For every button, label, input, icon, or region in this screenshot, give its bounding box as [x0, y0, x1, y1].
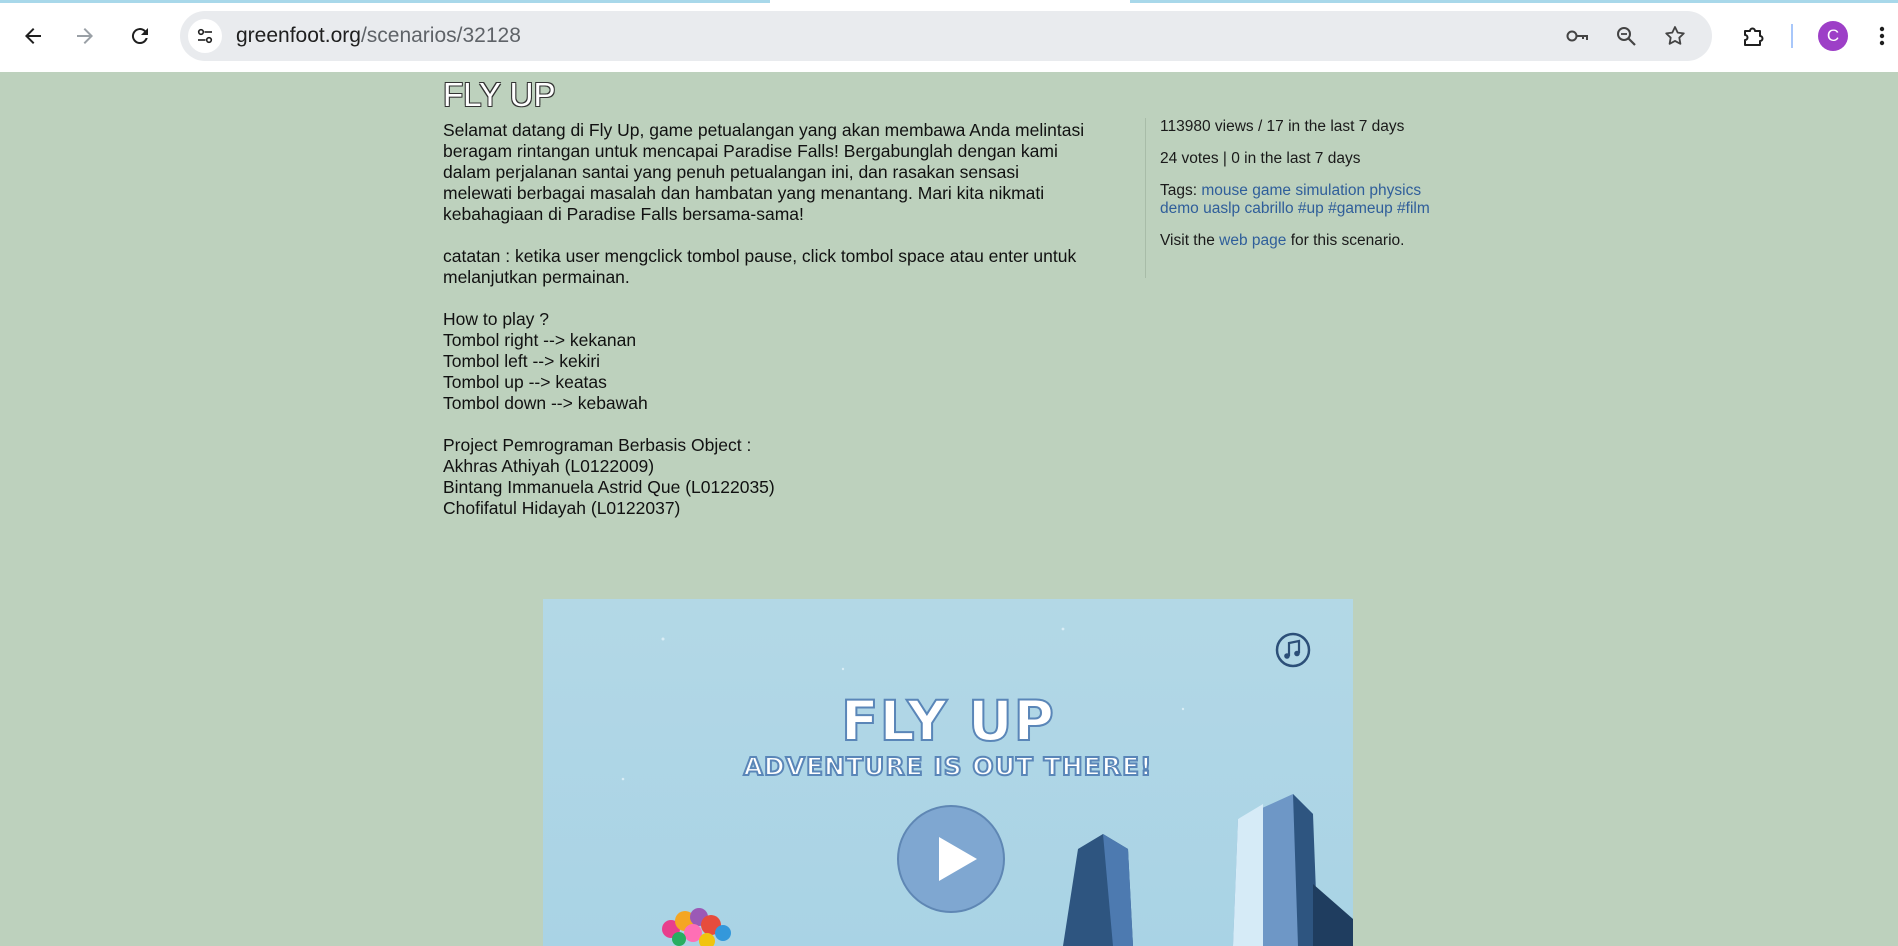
- description-paragraph: catatan : ketika user mengclick tombol p…: [443, 246, 1108, 288]
- votes-count: 24 votes | 0 in the last 7 days: [1160, 150, 1361, 167]
- description-line: Tombol right --> kekanan: [443, 330, 637, 350]
- reload-icon: [131, 28, 148, 45]
- tag-link[interactable]: game: [1252, 182, 1291, 199]
- visit-prefix: Visit the: [1160, 232, 1215, 249]
- tag-link[interactable]: uaslp: [1203, 200, 1240, 217]
- menu-dots-icon: [1879, 26, 1885, 46]
- reload-button[interactable]: [122, 18, 158, 54]
- tag-link[interactable]: cabrillo: [1244, 200, 1293, 217]
- scenario-title: FLY UP: [443, 76, 556, 113]
- description-line: kebahagiaan di Paradise Falls bersama-sa…: [443, 204, 804, 224]
- url-path: /scenarios/32128: [360, 24, 521, 47]
- description-line: Selamat datang di Fly Up, game petualang…: [443, 120, 1085, 140]
- toolbar-divider: [1791, 24, 1793, 48]
- description-line: melanjutkan permainan.: [443, 267, 630, 287]
- back-button[interactable]: [15, 18, 51, 54]
- music-icon: [1275, 632, 1311, 668]
- extensions-button[interactable]: [1737, 20, 1769, 52]
- url-text[interactable]: greenfoot.org/scenarios/32128: [236, 24, 521, 48]
- site-info-icon: [197, 28, 213, 44]
- tag-link[interactable]: #up: [1298, 200, 1324, 217]
- site-info-button[interactable]: [188, 19, 222, 53]
- loading-strip: [0, 0, 770, 3]
- browser-toolbar: greenfoot.org/scenarios/32128 C: [0, 0, 1898, 72]
- extensions-icon: [1744, 27, 1764, 46]
- address-bar[interactable]: greenfoot.org/scenarios/32128: [180, 11, 1712, 61]
- scenario-stats: 113980 views / 17 in the last 7 days 24 …: [1145, 118, 1455, 278]
- game-canvas[interactable]: FLY UP ADVENTURE IS OUT THERE!: [543, 599, 1353, 946]
- description-line: Tombol down --> kebawah: [443, 393, 648, 413]
- how-to-play: How to play ? Tombol right --> kekanan T…: [443, 309, 1108, 414]
- description-line: Tombol left --> kekiri: [443, 351, 601, 371]
- description-line: dalam perjalanan santai yang penuh petua…: [443, 162, 1019, 182]
- back-icon: [25, 28, 41, 44]
- visit-web-page: Visit the web page for this scenario.: [1160, 232, 1455, 250]
- key-icon: [1566, 30, 1588, 42]
- music-toggle-button[interactable]: [1275, 632, 1311, 668]
- description-line: catatan : ketika user mengclick tombol p…: [443, 246, 1077, 266]
- bookmark-star-icon: [1665, 26, 1685, 45]
- project-credits: Project Pemrograman Berbasis Object : Ak…: [443, 435, 1108, 519]
- bookmark-button[interactable]: [1662, 23, 1688, 49]
- scenario-description: Selamat datang di Fly Up, game petualang…: [443, 120, 1108, 540]
- play-button[interactable]: [896, 804, 1006, 914]
- description-paragraph: Selamat datang di Fly Up, game petualang…: [443, 120, 1108, 225]
- tag-link[interactable]: #gameup: [1328, 200, 1393, 217]
- tag-link[interactable]: simulation: [1295, 182, 1365, 199]
- balloons: [651, 899, 746, 946]
- tag-link[interactable]: physics: [1369, 182, 1421, 199]
- forward-icon: [77, 28, 93, 44]
- url-host: greenfoot.org: [236, 24, 361, 47]
- description-line: Bintang Immanuela Astrid Que (L0122035): [443, 477, 775, 497]
- visit-suffix: for this scenario.: [1290, 232, 1405, 249]
- browser-menu-button[interactable]: [1872, 20, 1892, 52]
- zoom-icon: [1617, 27, 1636, 46]
- tag-link[interactable]: #film: [1397, 200, 1430, 217]
- description-line: Akhras Athiyah (L0122009): [443, 456, 655, 476]
- game-title: FLY UP: [840, 688, 1055, 754]
- password-key-button[interactable]: [1564, 23, 1590, 49]
- description-line: How to play ?: [443, 309, 550, 329]
- forward-button[interactable]: [67, 18, 103, 54]
- tags-list: Tags: mouse game simulation physics demo…: [1160, 182, 1455, 218]
- description-line: Project Pemrograman Berbasis Object :: [443, 435, 752, 455]
- play-icon: [897, 805, 1005, 913]
- description-line: melewati berbagai masalah dan hambatan y…: [443, 183, 1045, 203]
- game-subtitle: ADVENTURE IS OUT THERE!: [743, 751, 1153, 782]
- description-line: beragam rintangan untuk mencapai Paradis…: [443, 141, 1058, 161]
- scenario-page: FLY UP Selamat datang di Fly Up, game pe…: [0, 72, 1898, 946]
- tags-label: Tags:: [1160, 182, 1198, 199]
- tag-link[interactable]: demo: [1160, 200, 1199, 217]
- views-count: 113980 views / 17 in the last 7 days: [1160, 118, 1405, 135]
- description-line: Tombol up --> keatas: [443, 372, 607, 392]
- description-line: Chofifatul Hidayah (L0122037): [443, 498, 681, 518]
- tag-link[interactable]: mouse: [1201, 182, 1248, 199]
- profile-avatar[interactable]: C: [1818, 21, 1848, 51]
- zoom-button[interactable]: [1613, 23, 1639, 49]
- balloons-icon: [662, 908, 731, 946]
- loading-strip: [1130, 0, 1898, 3]
- web-page-link[interactable]: web page: [1219, 232, 1286, 249]
